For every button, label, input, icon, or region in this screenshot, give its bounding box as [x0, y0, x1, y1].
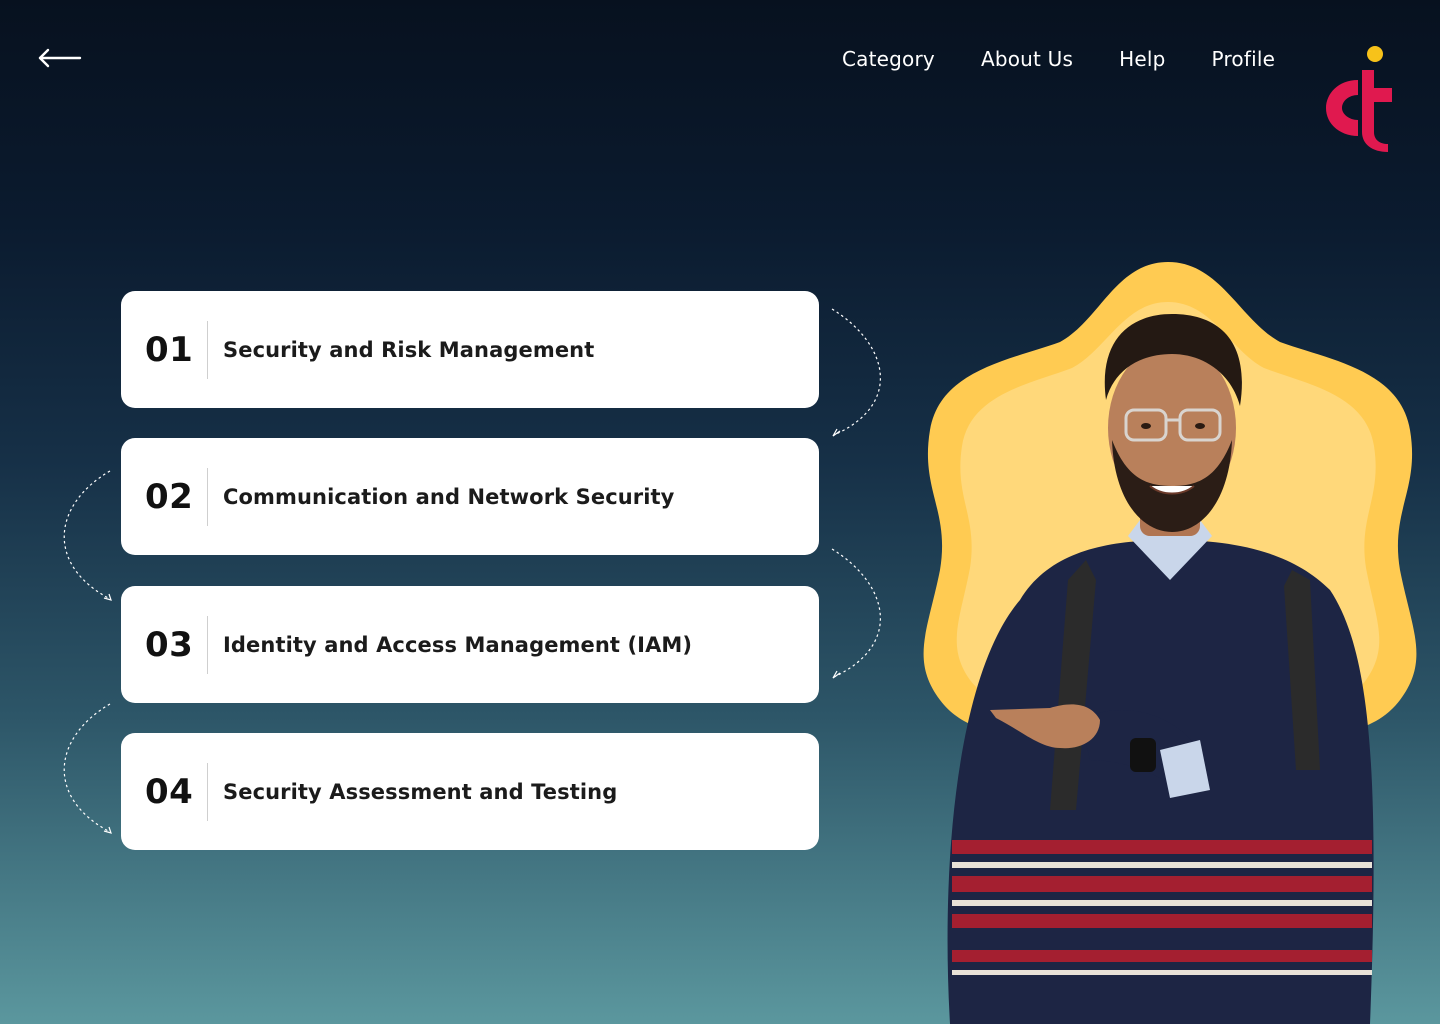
- step-number: 03: [145, 624, 194, 665]
- arrow-left-icon: [38, 48, 82, 68]
- step-card-2[interactable]: 02 Communication and Network Security: [121, 438, 819, 555]
- brand-logo[interactable]: [1318, 40, 1402, 156]
- back-button[interactable]: [36, 40, 88, 76]
- logo-mark-icon: [1326, 46, 1392, 152]
- nav-category[interactable]: Category: [842, 44, 935, 74]
- divider: [207, 762, 208, 821]
- step-label: Security Assessment and Testing: [223, 779, 618, 804]
- nav-profile[interactable]: Profile: [1212, 44, 1276, 74]
- hero-illustration: [923, 262, 1417, 1024]
- nav-about-us[interactable]: About Us: [981, 44, 1073, 74]
- nav-help[interactable]: Help: [1119, 44, 1165, 74]
- connector-4-5: [63, 703, 112, 834]
- step-card-1[interactable]: 01 Security and Risk Management: [121, 291, 819, 408]
- step-label: Security and Risk Management: [223, 337, 595, 362]
- step-card-4[interactable]: 04 Security Assessment and Testing: [121, 733, 819, 850]
- connector-2-3: [63, 470, 112, 601]
- step-label: Communication and Network Security: [223, 484, 675, 509]
- step-number: 04: [145, 771, 194, 812]
- step-number: 02: [145, 476, 194, 517]
- top-nav: Category About Us Help Profile: [842, 44, 1275, 74]
- divider: [207, 320, 208, 379]
- step-number: 01: [145, 329, 194, 370]
- divider: [207, 467, 208, 526]
- step-card-3[interactable]: 03 Identity and Access Management (IAM): [121, 586, 819, 703]
- connector-3-4: [831, 548, 881, 679]
- step-label: Identity and Access Management (IAM): [223, 632, 693, 657]
- divider: [207, 615, 208, 674]
- connector-1-2: [831, 308, 881, 437]
